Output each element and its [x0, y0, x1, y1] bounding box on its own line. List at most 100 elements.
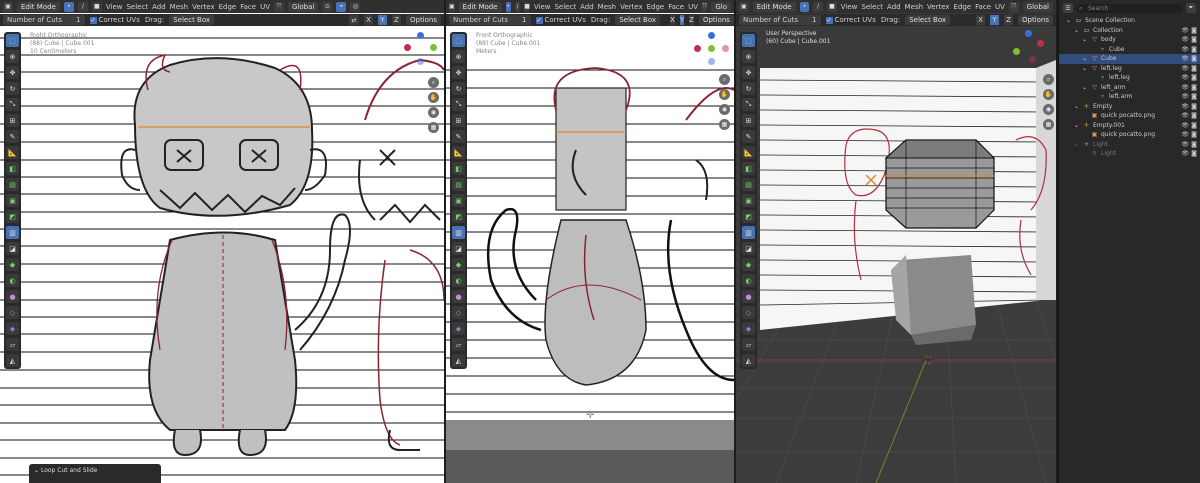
- number-of-cuts-field[interactable]: Number of Cuts 1: [3, 15, 85, 25]
- chevron-down-icon[interactable]: ⌄: [34, 467, 39, 474]
- viewport-right-ortho[interactable]: ▣ Edit Mode • / ■ View Select Add Mesh V…: [0, 0, 444, 483]
- axis-x[interactable]: X: [975, 15, 985, 25]
- viewport-front-ortho[interactable]: ✛ ▣ Edit Mode • / ■ View Select Add Mesh…: [446, 0, 734, 483]
- poly-build-icon[interactable]: ◆: [6, 258, 19, 271]
- measure-icon[interactable]: 📐: [452, 146, 465, 159]
- axis-z-dot[interactable]: [1025, 30, 1032, 37]
- expand-arrow-icon[interactable]: [1089, 93, 1096, 100]
- rip-icon[interactable]: ◭: [6, 354, 19, 367]
- knife-icon[interactable]: ◪: [6, 242, 19, 255]
- drag-dropdown[interactable]: Select Box: [615, 15, 661, 25]
- mode-dropdown[interactable]: Edit Mode: [752, 1, 796, 12]
- navigation-gizmo[interactable]: [691, 32, 731, 72]
- outliner-row[interactable]: ▣ quick pocatto.png 👁 ◙: [1059, 130, 1200, 140]
- expand-arrow-icon[interactable]: ⌄: [1081, 65, 1088, 72]
- correct-uvs-checkbox[interactable]: ✓ Correct UVs: [825, 16, 876, 24]
- menu-add[interactable]: Add: [580, 3, 594, 11]
- snap-icon[interactable]: ⌖: [336, 1, 347, 12]
- loop-cut-icon[interactable]: ▥: [742, 226, 755, 239]
- axis-neg-z-dot[interactable]: [417, 58, 424, 65]
- extrude-icon[interactable]: ▤: [6, 178, 19, 191]
- select-box-icon[interactable]: ⬚: [6, 34, 19, 47]
- render-camera-icon[interactable]: ◙: [1191, 36, 1197, 43]
- edge-select-icon[interactable]: /: [813, 1, 824, 12]
- axis-y[interactable]: Y: [377, 15, 387, 25]
- display-mode-icon[interactable]: ☰: [1063, 3, 1073, 13]
- knife-icon[interactable]: ◪: [452, 242, 465, 255]
- outliner-row[interactable]: ⌄ ▽ Cube 👁 ◙: [1059, 54, 1200, 64]
- extrude-icon[interactable]: ▤: [452, 178, 465, 191]
- transform-orientation-icon[interactable]: ⤧: [702, 1, 708, 12]
- menu-select[interactable]: Select: [126, 3, 148, 11]
- expand-arrow-icon[interactable]: ⌄: [1073, 27, 1080, 34]
- rotate-icon[interactable]: ↻: [6, 82, 19, 95]
- outliner-row[interactable]: ▿ left.arm 👁 ◙: [1059, 92, 1200, 102]
- expand-arrow-icon[interactable]: ⌄: [1065, 17, 1072, 24]
- axis-z[interactable]: Z: [391, 15, 401, 25]
- editor-type-icon[interactable]: ▣: [739, 1, 749, 12]
- pan-hand-icon[interactable]: ✋: [428, 92, 439, 103]
- mode-dropdown[interactable]: Edit Mode: [458, 1, 502, 12]
- scale-icon[interactable]: ⤡: [6, 98, 19, 111]
- select-box-icon[interactable]: ⬚: [452, 34, 465, 47]
- measure-icon[interactable]: 📐: [742, 146, 755, 159]
- menu-view[interactable]: View: [534, 3, 551, 11]
- smooth-icon[interactable]: ●: [6, 290, 19, 303]
- options-dropdown[interactable]: Options: [698, 15, 734, 25]
- face-select-icon[interactable]: ■: [827, 1, 837, 12]
- visibility-eye-icon[interactable]: 👁: [1181, 131, 1189, 138]
- pan-hand-icon[interactable]: ✋: [719, 89, 730, 100]
- measure-icon[interactable]: 📐: [6, 146, 19, 159]
- shear-icon[interactable]: ▱: [6, 338, 19, 351]
- expand-arrow-icon[interactable]: ⌄: [1073, 122, 1080, 129]
- bevel-icon[interactable]: ◩: [452, 210, 465, 223]
- bevel-icon[interactable]: ◩: [6, 210, 19, 223]
- poly-build-icon[interactable]: ◆: [452, 258, 465, 271]
- axis-z[interactable]: Z: [1003, 15, 1013, 25]
- mode-dropdown[interactable]: Edit Mode: [17, 1, 60, 12]
- menu-face[interactable]: Face: [975, 3, 991, 11]
- number-of-cuts-field[interactable]: Number of Cuts 1: [449, 15, 531, 25]
- render-camera-icon[interactable]: ◙: [1191, 141, 1197, 148]
- pivot-icon[interactable]: ⊙: [322, 1, 333, 12]
- move-icon[interactable]: ✥: [6, 66, 19, 79]
- expand-arrow-icon[interactable]: [1089, 46, 1096, 53]
- render-camera-icon[interactable]: ◙: [1191, 27, 1197, 34]
- outliner-row[interactable]: ⌄ ✛ Empty 👁 ◙: [1059, 102, 1200, 112]
- filter-icon[interactable]: ⏷: [1186, 3, 1196, 13]
- outliner-row[interactable]: ▿ left.leg 👁 ◙: [1059, 73, 1200, 83]
- correct-uvs-checkbox[interactable]: ✓ Correct UVs: [535, 16, 586, 24]
- orientation-dropdown[interactable]: Global: [1022, 1, 1054, 12]
- shrink-fatten-icon[interactable]: ◈: [6, 322, 19, 335]
- grid-toggle-icon[interactable]: ▦: [428, 122, 439, 133]
- edge-select-icon[interactable]: /: [77, 1, 88, 12]
- grid-toggle-icon[interactable]: ▦: [719, 119, 730, 130]
- shrink-fatten-icon[interactable]: ◈: [452, 322, 465, 335]
- editor-type-icon[interactable]: ▣: [449, 1, 455, 12]
- visibility-eye-icon[interactable]: 👁: [1181, 65, 1189, 72]
- shear-icon[interactable]: ▱: [742, 338, 755, 351]
- extrude-icon[interactable]: ▤: [742, 178, 755, 191]
- visibility-eye-icon[interactable]: 👁: [1181, 141, 1189, 148]
- drag-dropdown[interactable]: Select Box: [905, 15, 951, 25]
- axis-x-dot[interactable]: [1037, 40, 1044, 47]
- visibility-eye-icon[interactable]: 👁: [1181, 103, 1189, 110]
- proportional-edit-icon[interactable]: ◎: [350, 1, 361, 12]
- face-select-icon[interactable]: ■: [524, 1, 530, 12]
- cursor-icon[interactable]: ⊕: [6, 50, 19, 63]
- outliner-search-input[interactable]: ⌕ Search: [1076, 3, 1183, 13]
- editor-type-icon[interactable]: ▣: [3, 1, 13, 12]
- rip-icon[interactable]: ◭: [452, 354, 465, 367]
- zoom-icon[interactable]: ⌕: [1043, 74, 1054, 85]
- menu-uv[interactable]: UV: [260, 3, 270, 11]
- visibility-eye-icon[interactable]: 👁: [1181, 55, 1189, 62]
- render-camera-icon[interactable]: ◙: [1191, 55, 1197, 62]
- outliner-row[interactable]: ⌄ ▽ left_arm 👁 ◙: [1059, 83, 1200, 93]
- rip-icon[interactable]: ◭: [742, 354, 755, 367]
- menu-view[interactable]: View: [106, 3, 123, 11]
- menu-add[interactable]: Add: [887, 3, 901, 11]
- pan-hand-icon[interactable]: ✋: [1043, 89, 1054, 100]
- navigation-gizmo[interactable]: [1011, 30, 1051, 70]
- menu-mesh[interactable]: Mesh: [905, 3, 923, 11]
- move-icon[interactable]: ✥: [742, 66, 755, 79]
